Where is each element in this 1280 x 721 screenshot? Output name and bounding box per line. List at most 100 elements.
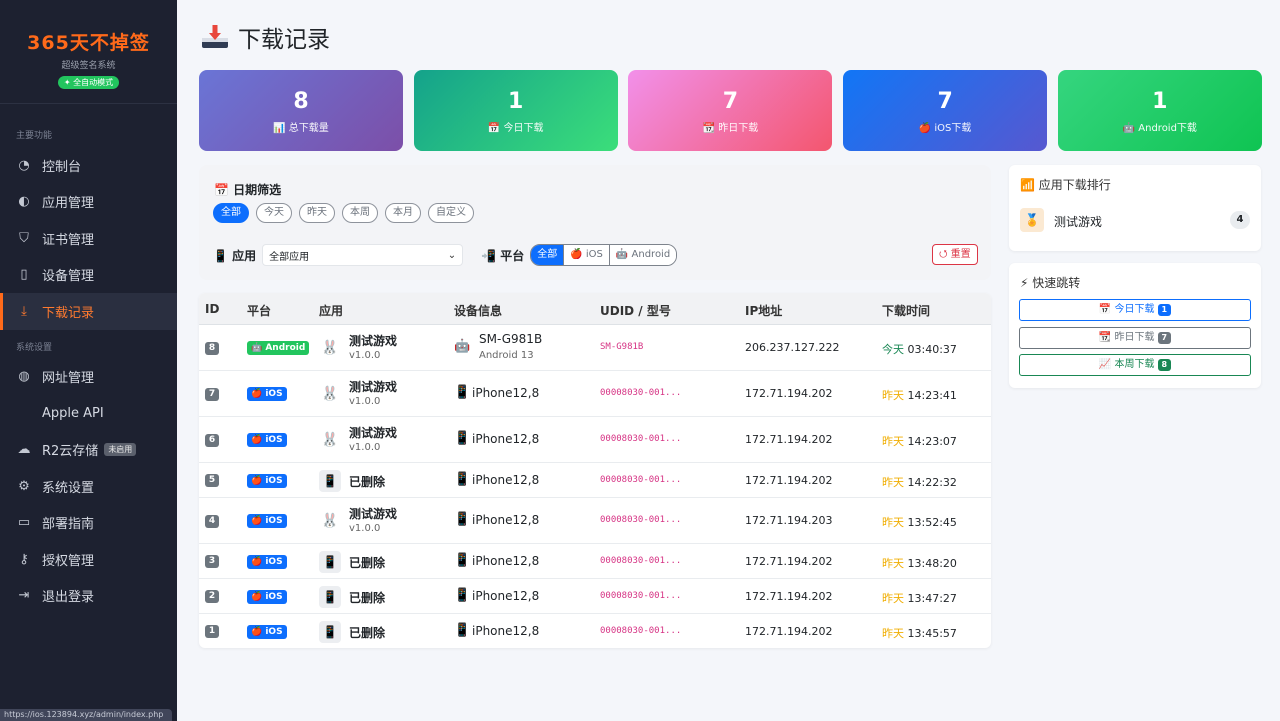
ip-address: 172.71.194.202 xyxy=(745,554,833,568)
device-model: iPhone12,8 xyxy=(472,472,540,487)
table-header: ID 平台 应用 设备信息 UDID / 型号 IP地址 下载时间 xyxy=(199,293,991,325)
table-row[interactable]: 8 🤖 Android 🐰 测试游戏 v1.0.0 🤖 SM-G981B Android 13… xyxy=(199,325,991,371)
app-name: 已删除 xyxy=(349,474,386,489)
bunny-app-icon: 🐰 xyxy=(321,432,339,448)
bunny-app-icon: 🐰 xyxy=(321,340,339,356)
table-row[interactable]: 6 🍎 iOS 🐰 测试游戏 v1.0.0 📱 iPhone12,8 00008030-001… xyxy=(199,417,991,463)
stat-value: 1 xyxy=(1152,89,1168,114)
filter-row: 📱 应用 全部应用 ⌄ 📲 平台 全部 🍎 iOS 🤖 Android xyxy=(213,244,678,266)
row-id-badge: 1 xyxy=(205,625,219,638)
sidebar-item-app[interactable]: ◐ 应用管理 xyxy=(0,184,177,221)
mode-badge: ✦ 全自动模式 xyxy=(57,76,120,89)
sidebar: 365天不掉签 超级签名系统 ✦ 全自动模式 主要功能 ◔ 控制台 ◐ 应用管理 ⛉ 证书… xyxy=(0,0,177,721)
bunny-app-icon: 🐰 xyxy=(321,386,339,402)
sidebar-item-download[interactable]: ⤓ 下载记录 xyxy=(0,293,177,330)
app-name: 已删除 xyxy=(349,625,386,640)
gear-icon: ⚙ xyxy=(18,478,30,494)
sidebar-item-label: 证书管理 xyxy=(42,232,95,248)
date-chip[interactable]: 自定义 xyxy=(428,203,474,223)
app-name: 已删除 xyxy=(349,590,386,605)
date-chips: 全部 今天 昨天 本周 本月 自定义 xyxy=(213,203,474,223)
book-icon: ▭ xyxy=(17,515,31,531)
platform-badge: 🍎 iOS xyxy=(247,387,287,401)
sidebar-item-dashboard[interactable]: ◔ 控制台 xyxy=(0,147,177,184)
ip-address: 206.237.127.222 xyxy=(745,341,840,354)
platform-option[interactable]: 全部 xyxy=(531,245,564,265)
row-id-badge: 6 xyxy=(205,433,219,447)
download-tray-icon xyxy=(200,24,230,50)
platform-option[interactable]: 🤖 Android xyxy=(608,245,677,265)
sidebar-item-label: 退出登录 xyxy=(42,590,95,606)
day-label: 昨天 xyxy=(882,626,904,640)
reset-button[interactable]: ⭯ 重置 xyxy=(932,244,978,265)
sidebar-item-cloud[interactable]: ☁ R2云存储 未启用 xyxy=(0,432,177,469)
stat-card: 1 📅 今日下载 xyxy=(413,70,618,151)
sidebar-item-shield[interactable]: ⛉ 证书管理 xyxy=(0,220,177,257)
iphone-device-icon: 📱 xyxy=(454,471,471,487)
quickjump-button[interactable]: 📅 今日下载 1 xyxy=(1019,299,1251,321)
sidebar-item-logout[interactable]: ⇥ 退出登录 xyxy=(0,578,177,615)
quickjump-title: ⚡ 快速跳转 xyxy=(1020,276,1081,290)
column-header: ID xyxy=(205,302,220,316)
sidebar-item-label: R2云存储 xyxy=(42,444,99,460)
device-model: iPhone12,8 xyxy=(472,553,540,568)
phone-placeholder-icon: 📱 xyxy=(319,550,341,573)
sidebar-item-key[interactable]: ⚷ 授权管理 xyxy=(0,541,177,578)
quickjump-button[interactable]: 📈 本周下载 8 xyxy=(1019,354,1251,376)
download-time: 今天 03:40:37 xyxy=(882,341,957,357)
column-header: 下载时间 xyxy=(882,304,931,318)
time-value: 14:23:07 xyxy=(907,435,957,448)
app-version: v1.0.0 xyxy=(349,396,381,407)
app-version: v1.0.0 xyxy=(349,523,381,534)
ip-address: 172.71.194.202 xyxy=(745,433,833,446)
table-row[interactable]: 3 🍎 iOS 📱 已删除 📱 iPhone12,8 00008030-001... 172.… xyxy=(199,544,991,579)
time-value: 13:47:27 xyxy=(907,591,957,605)
time-value: 03:40:37 xyxy=(907,343,957,356)
download-time: 昨天 14:23:07 xyxy=(882,433,957,449)
app-select-value: 全部应用 xyxy=(269,251,310,263)
platform-filter-label: 📲 平台 xyxy=(481,248,525,263)
quickjump-label: 📈 本周下载 xyxy=(1098,359,1155,370)
bunny-app-icon: 🐰 xyxy=(321,513,339,529)
stat-label: 🍎 iOS下载 xyxy=(918,123,972,134)
date-chip[interactable]: 本周 xyxy=(342,203,378,223)
iphone-device-icon: 📱 xyxy=(454,587,471,603)
table-row[interactable]: 7 🍎 iOS 🐰 测试游戏 v1.0.0 📱 iPhone12,8 00008030-001… xyxy=(199,371,991,417)
download-icon: ⤓ xyxy=(21,303,27,319)
table-row[interactable]: 2 🍎 iOS 📱 已删除 📱 iPhone12,8 00008030-001... 172.… xyxy=(199,579,991,614)
column-header: 平台 xyxy=(247,304,272,318)
table-row[interactable]: 1 🍎 iOS 📱 已删除 📱 iPhone12,8 00008030-001... 172.… xyxy=(199,614,991,648)
sidebar-item-gear[interactable]: ⚙ 系统设置 xyxy=(0,468,177,505)
device-model: iPhone12,8 xyxy=(472,386,540,400)
day-label: 昨天 xyxy=(882,591,904,605)
sidebar-item-book[interactable]: ▭ 部署指南 xyxy=(0,505,177,542)
date-chip[interactable]: 全部 xyxy=(213,203,249,223)
sidebar-item-label: 控制台 xyxy=(42,159,82,175)
sidebar-item-apple[interactable]: Apple API xyxy=(0,395,177,432)
android-device-icon: 🤖 xyxy=(454,339,471,354)
stat-card: 7 📆 昨日下载 xyxy=(628,70,833,151)
platform-badge: 🍎 iOS xyxy=(247,554,287,569)
quickjump-button[interactable]: 📆 昨日下载 7 xyxy=(1019,326,1251,349)
app-version: v1.0.0 xyxy=(349,442,381,453)
column-header: IP地址 xyxy=(745,304,783,318)
sidebar-item-phone[interactable]: ▯ 设备管理 xyxy=(0,257,177,294)
disabled-badge: 未启用 xyxy=(104,443,137,457)
date-chip[interactable]: 今天 xyxy=(256,203,292,223)
date-chip[interactable]: 昨天 xyxy=(299,203,335,223)
ranking-count: 4 xyxy=(1230,211,1250,229)
download-time: 昨天 13:45:57 xyxy=(882,625,957,641)
app-select[interactable]: 全部应用 ⌄ xyxy=(262,244,464,266)
sidebar-item-label: 系统设置 xyxy=(42,480,95,496)
ranking-app-name: 测试游戏 xyxy=(1054,215,1103,229)
stat-card: 7 🍎 iOS下载 xyxy=(843,70,1048,151)
table-row[interactable]: 5 🍎 iOS 📱 已删除 📱 iPhone12,8 00008030-001... 172.… xyxy=(199,463,991,498)
row-id-badge: 8 xyxy=(205,341,219,355)
table-row[interactable]: 4 🍎 iOS 🐰 测试游戏 v1.0.0 📱 iPhone12,8 00008030-001… xyxy=(199,498,991,544)
phone-placeholder-icon: 📱 xyxy=(319,469,341,492)
day-label: 昨天 xyxy=(882,435,904,448)
app-name: 测试游戏 xyxy=(349,334,398,348)
date-chip[interactable]: 本月 xyxy=(385,203,421,223)
sidebar-item-globe[interactable]: ◍ 网址管理 xyxy=(0,359,177,396)
platform-option[interactable]: 🍎 iOS xyxy=(563,245,609,265)
